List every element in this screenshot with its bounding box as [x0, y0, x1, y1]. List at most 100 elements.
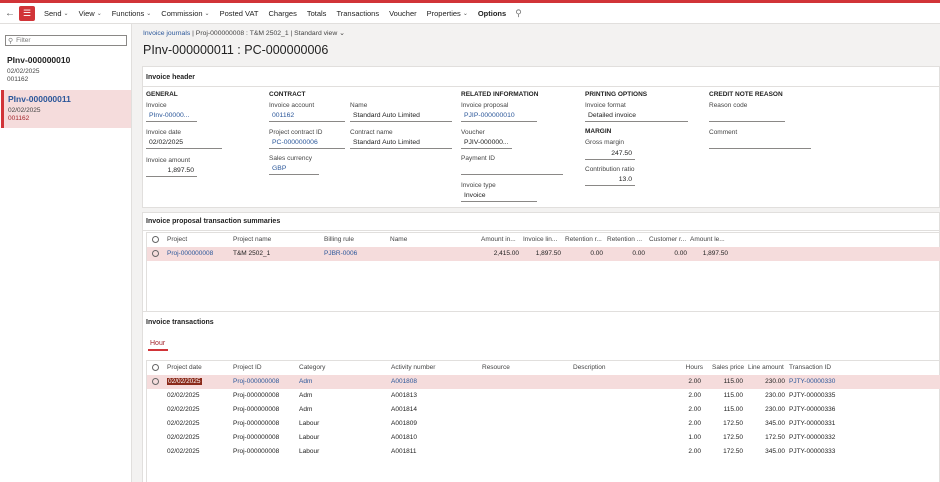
sales-price-cell: 115.00 [723, 406, 743, 413]
project-cell[interactable]: Proj-000000008 [167, 250, 213, 257]
payment-id-label: Payment ID [461, 155, 495, 162]
search-icon[interactable]: ⚲ [515, 8, 522, 19]
column-header[interactable]: Hours [677, 364, 703, 371]
transaction-id-cell[interactable]: PJTY-00000330 [789, 378, 835, 385]
column-header[interactable]: Amount in... [481, 236, 516, 243]
toolbar-totals[interactable]: Totals [302, 9, 332, 18]
divider [143, 86, 940, 87]
column-header[interactable]: Line amount [748, 364, 784, 371]
fasttab-title[interactable]: Invoice header [146, 74, 195, 81]
invoice-account-field[interactable]: 001162 [269, 112, 345, 122]
toolbar-send[interactable]: Send ⌄ [39, 9, 74, 18]
invoice-amount-label: Invoice amount [146, 157, 191, 164]
toolbar-properties[interactable]: Properties ⌄ [422, 9, 473, 18]
reason-code-field[interactable] [709, 112, 785, 122]
column-header[interactable]: Project ID [233, 364, 262, 371]
toolbar-view-label: View [78, 8, 95, 18]
column-header[interactable]: Project date [167, 364, 202, 371]
select-all-radio[interactable] [152, 236, 159, 243]
toolbar-options[interactable]: Options [473, 9, 511, 18]
row-select-radio[interactable] [152, 378, 159, 385]
activity-cell[interactable]: A001808 [391, 378, 417, 385]
sales-currency-field[interactable]: GBP [269, 165, 319, 175]
transaction-id-cell: PJTY-00000335 [789, 392, 836, 399]
column-header[interactable]: Category [299, 364, 325, 371]
column-header[interactable]: Name [390, 236, 407, 243]
column-header[interactable]: Project [167, 236, 187, 243]
line-amount-cell: 230.00 [765, 392, 785, 399]
contribution-ratio-field[interactable]: 13.0 [585, 176, 635, 186]
project-contract-id-field[interactable]: PC-000000006 [269, 139, 345, 149]
section-heading-general: GENERAL [146, 91, 178, 98]
column-header[interactable]: Invoice lin... [523, 236, 557, 243]
billing-rule-cell[interactable]: PJBR-0006 [324, 250, 357, 257]
invoice-proposal-field[interactable]: PJIP-000000010 [461, 112, 537, 122]
toolbar-view[interactable]: View ⌄ [74, 9, 107, 18]
back-icon[interactable]: ← [3, 8, 17, 19]
comment-field[interactable] [709, 139, 811, 149]
column-header[interactable]: Project name [233, 236, 271, 243]
table-row[interactable]: 02/02/2025 Proj-000000008 Labour A001811… [147, 445, 940, 459]
toolbar-posted-vat[interactable]: Posted VAT [215, 9, 264, 18]
fasttab-title[interactable]: Invoice proposal transaction summaries [146, 218, 280, 225]
invoice-amount-field[interactable]: 1,897.50 [146, 167, 197, 177]
fasttab-title[interactable]: Invoice transactions [146, 319, 214, 326]
payment-id-field[interactable] [461, 165, 563, 175]
transaction-id-cell: PJTY-00000331 [789, 420, 836, 427]
voucher-label: Voucher [461, 129, 485, 136]
column-header[interactable]: Transaction ID [789, 364, 831, 371]
column-header[interactable]: Retention ... [607, 236, 642, 243]
breadcrumb-link[interactable]: Invoice journals [143, 30, 190, 37]
contribution-ratio-label: Contribution ratio [585, 166, 635, 173]
name-field[interactable]: Standard Auto Limited [350, 112, 452, 122]
tab-hour[interactable]: Hour [150, 340, 165, 347]
column-header[interactable]: Amount le... [690, 236, 725, 243]
chevron-down-icon: ⌄ [146, 10, 152, 17]
contract-name-field[interactable]: Standard Auto Limited [350, 139, 452, 149]
table-row[interactable]: Proj-000000008 T&M 2502_1 PJBR-0006 2,41… [147, 247, 940, 261]
column-header[interactable]: Activity number [391, 364, 435, 371]
invoice-type-field[interactable]: Invoice [461, 192, 537, 202]
record-list-item[interactable]: PInv-000000010 02/02/2025 001162 [1, 55, 131, 85]
project-id-cell[interactable]: Proj-000000008 [233, 378, 279, 385]
voucher-field[interactable]: PJIV-000000... [461, 139, 512, 149]
filter-input[interactable]: ⚲ Filter [5, 35, 127, 46]
table-row[interactable]: 02/02/2025 Proj-000000008 Adm A001808 2.… [147, 375, 940, 389]
table-row[interactable]: 02/02/2025 Proj-000000008 Adm A001813 2.… [147, 389, 940, 403]
toolbar-functions[interactable]: Functions ⌄ [107, 9, 157, 18]
toolbar-transactions[interactable]: Transactions [331, 9, 384, 18]
project-date-cell[interactable]: 02/02/2025 [167, 378, 202, 385]
table-row[interactable]: 02/02/2025 Proj-000000008 Labour A001809… [147, 417, 940, 431]
invoice-label: Invoice [146, 102, 167, 109]
column-header[interactable]: Retention r... [565, 236, 602, 243]
toolbar-commission[interactable]: Commission ⌄ [156, 9, 214, 18]
toolbar-voucher[interactable]: Voucher [384, 9, 422, 18]
column-header[interactable]: Description [573, 364, 606, 371]
grid-header-row: Project date Project ID Category Activit… [147, 361, 940, 375]
column-header[interactable]: Resource [482, 364, 510, 371]
table-row[interactable]: 02/02/2025 Proj-000000008 Adm A001814 2.… [147, 403, 940, 417]
column-header[interactable]: Customer r... [649, 236, 686, 243]
gross-margin-field[interactable]: 247.50 [585, 150, 635, 160]
toolbar-charges[interactable]: Charges [263, 9, 301, 18]
name-label: Name [350, 102, 368, 109]
category-cell[interactable]: Adm [299, 378, 312, 385]
row-select-radio[interactable] [152, 250, 159, 257]
invoice-account-label: Invoice account [269, 102, 315, 109]
invoice-field[interactable]: PInv-00000... [146, 112, 197, 122]
select-all-radio[interactable] [152, 364, 159, 371]
section-heading-margin: MARGIN [585, 128, 612, 135]
amount-left-cell: 1,897.50 [702, 250, 728, 257]
table-row[interactable]: 02/02/2025 Proj-000000008 Labour A001810… [147, 431, 940, 445]
record-list-item-selected[interactable]: PInv-000000011 02/02/2025 001162 [1, 90, 131, 128]
invoice-format-field[interactable]: Detailed invoice [585, 112, 688, 122]
activity-cell: A001813 [391, 392, 418, 399]
view-selector[interactable]: Standard view [294, 30, 337, 37]
invoice-date-field[interactable]: 02/02/2025 [146, 139, 222, 149]
record-subtext: 02/02/2025 001162 [8, 107, 131, 123]
hamburger-menu-button[interactable]: ☰ [19, 5, 35, 21]
column-header[interactable]: Sales price [712, 364, 744, 371]
column-header[interactable]: Billing rule [324, 236, 354, 243]
record-subtext: 02/02/2025 001162 [7, 68, 131, 84]
chevron-down-icon: ⌄ [96, 10, 102, 17]
